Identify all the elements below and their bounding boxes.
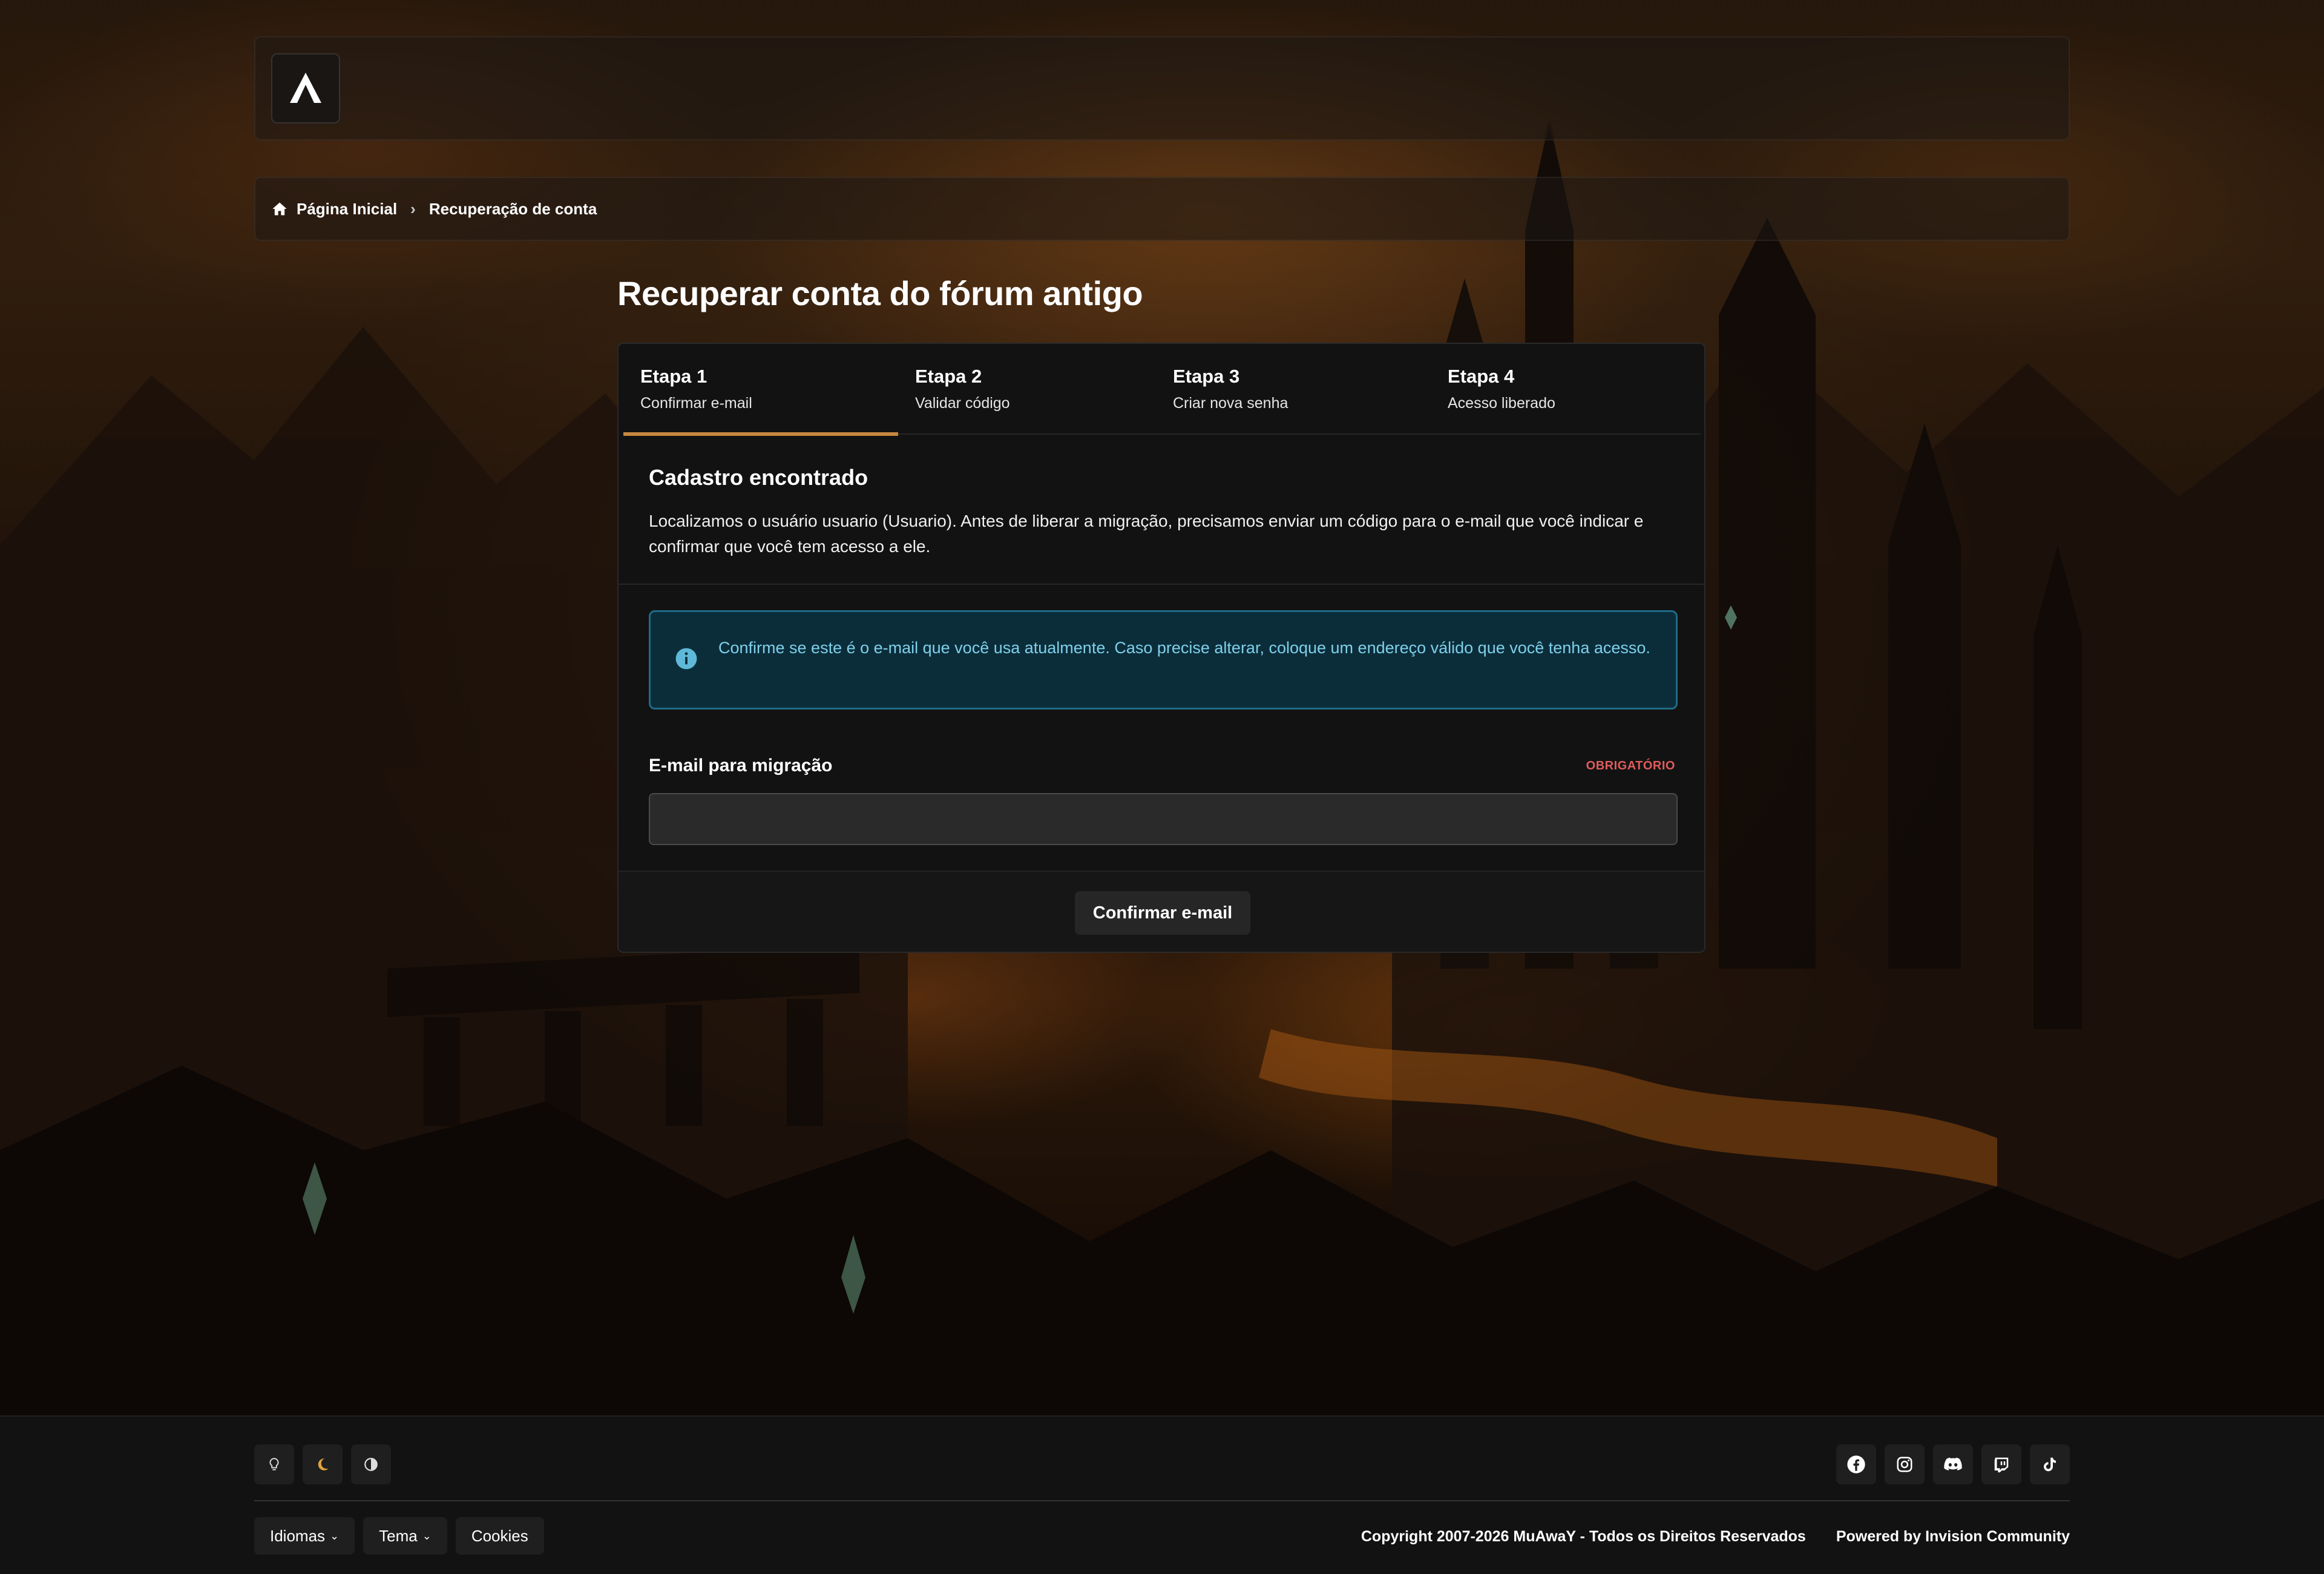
info-alert-text: Confirme se este é o e-mail que você usa…: [718, 639, 1650, 657]
email-field-label: E-mail para migração: [649, 756, 833, 775]
step-title: Etapa 3: [1173, 366, 1240, 387]
page-title: Recuperar conta do fórum antigo: [617, 274, 1143, 312]
site-logo[interactable]: [271, 53, 340, 123]
site-header: [254, 36, 2070, 140]
step-3[interactable]: Etapa 3 Criar nova senha: [1156, 344, 1431, 435]
account-found-section: Cadastro encontrado Localizamos o usuári…: [649, 465, 1678, 559]
chevron-down-icon: ⌄: [330, 1529, 340, 1542]
cookies-label: Cookies: [471, 1526, 528, 1545]
chevron-down-icon: ⌄: [422, 1529, 432, 1542]
step-title: Etapa 2: [915, 366, 982, 387]
section-divider: [619, 584, 1704, 585]
site-footer: Idiomas ⌄ Tema ⌄ Cookies Copyright 2007-…: [0, 1415, 2324, 1574]
theme-menu[interactable]: Tema ⌄: [363, 1517, 447, 1555]
facebook-icon[interactable]: [1836, 1444, 1876, 1484]
languages-menu[interactable]: Idiomas ⌄: [254, 1517, 355, 1555]
footer-links: Idiomas ⌄ Tema ⌄ Cookies: [254, 1517, 544, 1555]
confirm-email-button[interactable]: Confirmar e-mail: [1075, 891, 1250, 935]
contrast-icon[interactable]: [351, 1444, 391, 1484]
step-2[interactable]: Etapa 2 Validar código: [898, 344, 1156, 435]
footer-divider: [254, 1500, 2070, 1501]
steps-nav: Etapa 1 Confirmar e-mail Etapa 2 Validar…: [623, 344, 1701, 436]
account-found-title: Cadastro encontrado: [649, 465, 868, 490]
breadcrumb-current-label: Recuperação de conta: [428, 199, 597, 218]
powered-by-link[interactable]: Powered by Invision Community: [1836, 1528, 2070, 1546]
card-footer: Confirmar e-mail: [619, 871, 1704, 952]
account-found-text: Localizamos o usuário usuario (Usuario).…: [649, 512, 1644, 556]
home-icon: [272, 202, 287, 216]
logo-icon: [290, 73, 321, 103]
copyright-area: Copyright 2007-2026 MuAwaY - Todos os Di…: [1361, 1528, 2070, 1546]
recovery-card: Etapa 1 Confirmar e-mail Etapa 2 Validar…: [617, 343, 1705, 953]
breadcrumb: Página Inicial › Recuperação de conta: [254, 177, 2070, 241]
info-icon: [675, 647, 698, 673]
email-field[interactable]: [649, 793, 1678, 845]
lightbulb-icon[interactable]: [254, 1444, 294, 1484]
copyright-text: Copyright 2007-2026 MuAwaY - Todos os Di…: [1361, 1528, 1806, 1545]
step-4[interactable]: Etapa 4 Acesso liberado: [1431, 344, 1701, 435]
chevron-right-icon: ›: [410, 199, 416, 218]
step-subtitle: Acesso liberado: [1448, 395, 1555, 412]
cookies-link[interactable]: Cookies: [455, 1517, 544, 1555]
theme-label: Tema: [379, 1526, 418, 1545]
breadcrumb-current[interactable]: Recuperação de conta: [429, 200, 597, 219]
info-alert: Confirme se este é o e-mail que você usa…: [649, 610, 1678, 710]
social-links: [1836, 1444, 2070, 1484]
instagram-icon[interactable]: [1885, 1444, 1925, 1484]
step-title: Etapa 1: [640, 366, 707, 387]
moon-icon[interactable]: [303, 1444, 343, 1484]
twitch-icon[interactable]: [1981, 1444, 2021, 1484]
step-subtitle: Criar nova senha: [1173, 395, 1288, 412]
breadcrumb-home[interactable]: Página Inicial: [271, 200, 397, 219]
step-title: Etapa 4: [1448, 366, 1515, 387]
required-badge: OBRIGATÓRIO: [1586, 759, 1675, 772]
languages-label: Idiomas: [270, 1526, 326, 1545]
step-1[interactable]: Etapa 1 Confirmar e-mail: [623, 344, 898, 436]
step-subtitle: Validar código: [915, 395, 1010, 412]
discord-icon[interactable]: [1933, 1444, 1973, 1484]
tiktok-icon[interactable]: [2030, 1444, 2070, 1484]
step-subtitle: Confirmar e-mail: [640, 395, 752, 412]
theme-switcher: [254, 1444, 391, 1484]
breadcrumb-home-label: Página Inicial: [297, 199, 398, 218]
